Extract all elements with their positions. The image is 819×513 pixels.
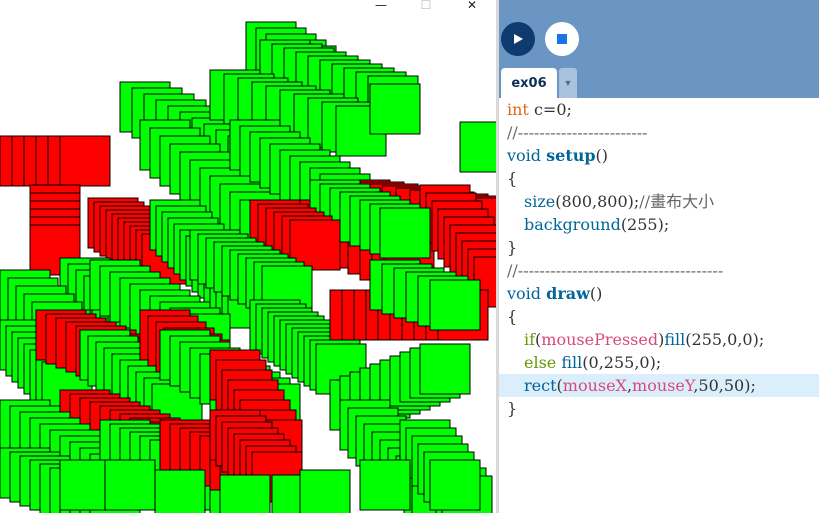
code-token: (0,255,0); — [582, 353, 662, 372]
code-comment: //------------------------ — [507, 123, 648, 142]
code-line-14: } — [507, 397, 819, 420]
code-line-12: else fill(0,255,0); — [524, 351, 819, 374]
tab-ex06[interactable]: ex06 — [501, 68, 557, 98]
code-token: (800,800); — [555, 192, 640, 211]
drawn-square — [379, 207, 431, 259]
code-line-8: //-------------------------------------- — [507, 259, 819, 282]
code-line-11: if(mousePressed)fill(255,0,0); — [524, 328, 819, 351]
code-token: mouseY — [632, 376, 694, 395]
drawn-square — [59, 135, 111, 187]
code-token: else — [524, 353, 557, 372]
code-token: } — [507, 238, 518, 257]
sketch-titlebar: — ☐ ✕ — [0, 0, 496, 14]
drawn-square — [459, 121, 496, 173]
run-button[interactable] — [501, 22, 535, 56]
code-comment: //-------------------------------------- — [507, 261, 724, 280]
tab-menu-arrow-icon[interactable]: ▼ — [559, 68, 577, 98]
ide-window: ex06 ▼ int c=0; //----------------------… — [499, 0, 819, 513]
drawn-square — [429, 459, 481, 511]
code-token: c=0; — [528, 100, 572, 119]
stop-button[interactable] — [545, 22, 579, 56]
code-token: void — [507, 284, 542, 303]
maximize-icon[interactable]: ☐ — [414, 0, 438, 14]
code-token: void — [507, 146, 542, 165]
canvas-drawing — [0, 21, 496, 513]
ide-toolbar: ex06 ▼ — [499, 0, 819, 98]
code-token: { — [507, 169, 518, 188]
drawn-square — [359, 459, 411, 511]
code-line-5: size(800,800);//畫布大小 — [524, 190, 819, 213]
code-token: if — [524, 330, 536, 349]
code-token: ,50,50); — [693, 376, 756, 395]
code-token: mousePressed — [541, 330, 659, 349]
drawn-square — [154, 469, 206, 513]
code-editor[interactable]: int c=0; //------------------------ void… — [499, 98, 819, 513]
minimize-icon[interactable]: — — [369, 0, 393, 14]
code-token: rect — [524, 376, 557, 395]
code-line-9: void draw() — [507, 282, 819, 305]
code-token: (255,0,0); — [685, 330, 765, 349]
close-icon[interactable]: ✕ — [460, 0, 484, 14]
code-token: setup — [546, 146, 596, 165]
code-token: { — [507, 307, 518, 326]
code-token: fill — [664, 330, 686, 349]
code-token: size — [524, 192, 556, 211]
code-line-13: rect(mouseX,mouseY,50,50); — [499, 374, 819, 397]
code-comment: //畫布大小 — [639, 192, 715, 211]
code-token: mouseX — [562, 376, 627, 395]
drawn-square — [299, 469, 351, 513]
code-token: background — [524, 215, 621, 234]
drawn-square — [104, 459, 156, 511]
code-token: fill — [561, 353, 583, 372]
code-line-6: background(255); — [524, 213, 819, 236]
drawn-square — [59, 459, 111, 511]
sketch-canvas[interactable] — [0, 0, 496, 513]
drawn-square — [429, 279, 481, 331]
code-line-4: { — [507, 167, 819, 190]
code-token: (255); — [620, 215, 670, 234]
code-line-10: { — [507, 305, 819, 328]
code-token: int — [507, 100, 529, 119]
stop-icon — [557, 34, 567, 44]
code-line-1: int c=0; — [507, 98, 819, 121]
code-line-3: void setup() — [507, 144, 819, 167]
drawn-square — [219, 474, 271, 513]
drawn-square — [419, 343, 471, 395]
code-token: () — [595, 146, 609, 165]
code-token: } — [507, 399, 518, 418]
code-line-2: //------------------------ — [507, 121, 819, 144]
code-token: () — [589, 284, 603, 303]
drawn-square — [369, 83, 421, 135]
sketch-window: — ☐ ✕ — [0, 0, 496, 513]
play-icon — [514, 34, 523, 44]
code-line-7: } — [507, 236, 819, 259]
code-token: draw — [546, 284, 590, 303]
